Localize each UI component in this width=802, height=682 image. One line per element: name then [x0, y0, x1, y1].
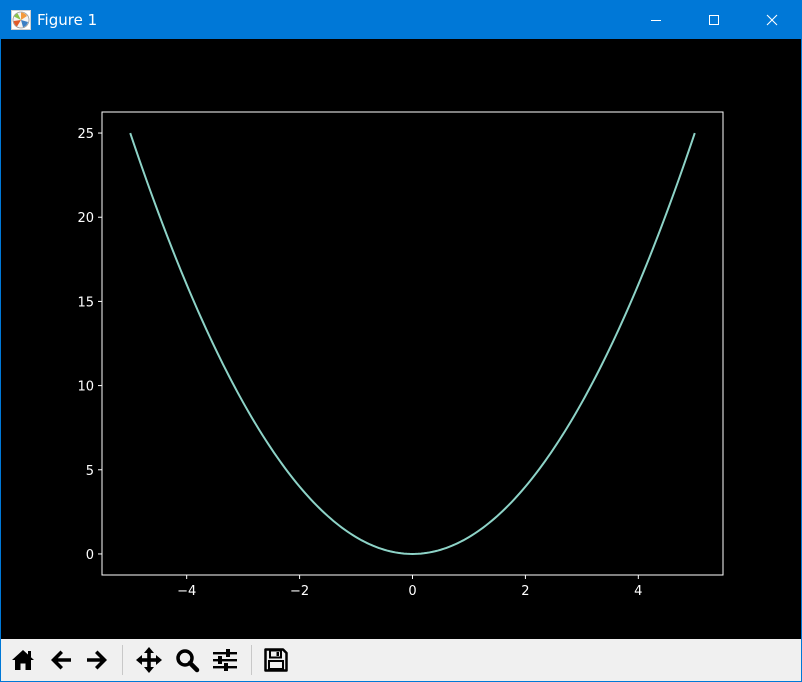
title-bar[interactable]: Figure 1: [1, 1, 801, 39]
arrow-right-icon: [87, 650, 107, 670]
line-chart: −4 −2 0 2 4 0 5 10 15 20 25: [1, 39, 801, 639]
move-icon: [136, 647, 162, 673]
x-tick-label: 4: [634, 584, 642, 599]
figure-canvas[interactable]: −4 −2 0 2 4 0 5 10 15 20 25: [1, 39, 801, 639]
close-button[interactable]: [743, 1, 801, 39]
forward-button[interactable]: [80, 643, 114, 677]
back-button[interactable]: [44, 643, 78, 677]
minimize-icon: [651, 20, 661, 21]
maximize-icon: [709, 15, 719, 25]
y-tick-label: 25: [77, 127, 94, 142]
x-tick-label: 0: [408, 584, 416, 599]
toolbar-separator: [251, 645, 252, 675]
figure-window: Figure 1 −4 −2 0 2 4 0 5 10 15 20 25: [0, 0, 802, 682]
x-tick-label: −4: [177, 584, 196, 599]
toolbar-separator: [122, 645, 123, 675]
y-tick-label: 10: [77, 380, 94, 395]
navigation-toolbar: [1, 639, 801, 681]
y-tick-label: 20: [77, 211, 94, 226]
floppy-disk-icon: [264, 648, 288, 672]
window-title: Figure 1: [37, 11, 98, 29]
maximize-button[interactable]: [685, 1, 743, 39]
sliders-icon: [213, 649, 237, 671]
y-tick-label: 5: [86, 464, 94, 479]
magnifier-icon: [176, 649, 200, 673]
y-tick-label: 15: [77, 295, 94, 310]
home-button[interactable]: [6, 643, 40, 677]
configure-subplots-button[interactable]: [208, 643, 242, 677]
arrow-left-icon: [51, 650, 71, 670]
zoom-button[interactable]: [170, 643, 204, 677]
pan-button[interactable]: [132, 643, 166, 677]
home-icon: [12, 650, 34, 670]
matplotlib-logo-icon: [11, 10, 31, 30]
x-tick-label: −2: [290, 584, 309, 599]
x-tick-label: 2: [521, 584, 529, 599]
save-button[interactable]: [259, 643, 293, 677]
minimize-button[interactable]: [627, 1, 685, 39]
y-tick-label: 0: [86, 548, 94, 563]
close-icon: [766, 14, 778, 26]
